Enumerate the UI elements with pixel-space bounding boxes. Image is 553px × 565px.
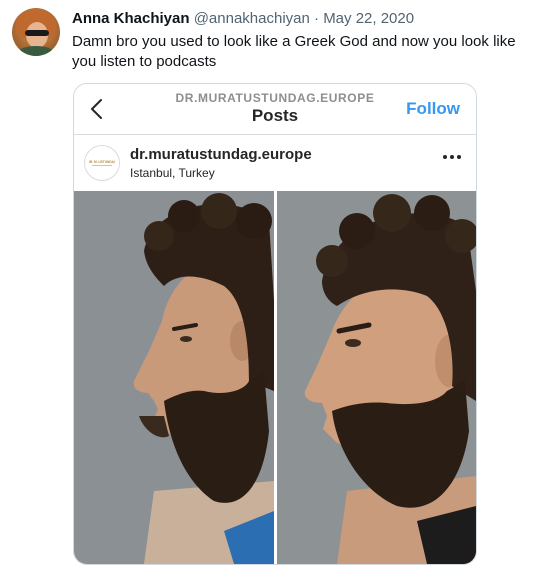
post-location[interactable]: Istanbul, Turkey (130, 166, 215, 180)
post-photos (74, 191, 476, 564)
profile-before-photo[interactable] (74, 191, 274, 564)
author-handle[interactable]: @annakhachiyan (194, 10, 310, 27)
post-header: DR. M. USTUNDAG dr.muratustundag.europe … (74, 135, 476, 191)
author-name[interactable]: Anna Khachiyan (72, 10, 190, 27)
tweet-date[interactable]: May 22, 2020 (323, 10, 414, 27)
svg-text:DR. M. USTUNDAG: DR. M. USTUNDAG (89, 160, 115, 164)
tweet-header: Anna Khachiyan @annakhachiyan · May 22, … (72, 10, 414, 27)
embedded-instagram-screenshot[interactable]: DR.MURATUSTUNDAG.EUROPE Posts Follow DR.… (73, 83, 477, 565)
clinic-avatar[interactable]: DR. M. USTUNDAG (84, 145, 120, 181)
post-username[interactable]: dr.muratustundag.europe (130, 146, 312, 163)
instagram-top-bar: DR.MURATUSTUNDAG.EUROPE Posts Follow (74, 84, 476, 135)
avatar-sunglasses (25, 30, 49, 36)
author-avatar[interactable] (12, 8, 60, 56)
profile-after-photo[interactable] (277, 191, 476, 564)
avatar-shirt (18, 46, 54, 56)
follow-button[interactable]: Follow (406, 99, 460, 119)
more-options-icon[interactable] (442, 153, 462, 161)
clinic-logo: DR. M. USTUNDAG (89, 160, 115, 166)
header-separator: · (314, 10, 320, 27)
tweet-text: Damn bro you used to look like a Greek G… (72, 33, 516, 70)
